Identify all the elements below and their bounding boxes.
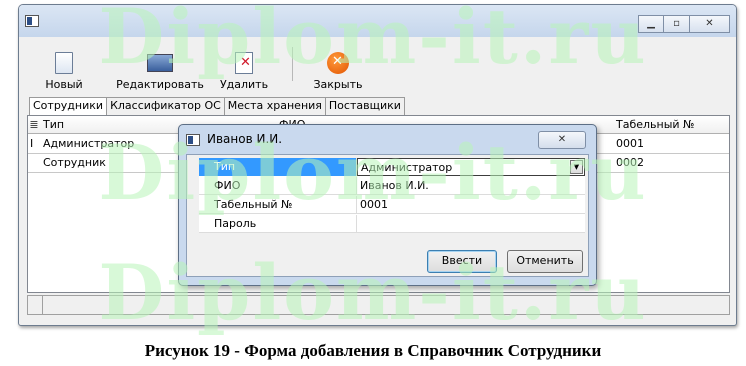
column-header-type[interactable]: Тип <box>40 116 64 134</box>
tab-employees[interactable]: Сотрудники <box>29 97 108 116</box>
tab-suppliers[interactable]: Поставщики <box>324 97 405 115</box>
new-button[interactable]: Новый <box>39 52 89 91</box>
cell-tab-no: 0001 <box>616 137 644 150</box>
close-button-label: Закрыть <box>313 78 363 91</box>
property-row-fio[interactable]: ФИО Иванов И.И. <box>199 177 585 195</box>
ok-button[interactable]: Ввести <box>427 250 497 273</box>
maximize-button[interactable]: ▫ <box>664 15 690 33</box>
delete-button[interactable]: Удалить <box>219 52 269 91</box>
cell-type: Сотрудник <box>43 156 106 169</box>
edit-form-icon <box>147 54 173 72</box>
toolbar-separator <box>292 47 293 81</box>
dialog-close-button[interactable]: ✕ <box>538 131 586 149</box>
cancel-button[interactable]: Отменить <box>507 250 583 273</box>
toolbar: Новый Редактировать Удалить Закрыть <box>19 37 736 97</box>
window-titlebar: ▁ ▫ ✕ <box>19 5 736 37</box>
property-key: Табельный № <box>199 196 357 214</box>
edit-button-label: Редактировать <box>116 78 204 91</box>
tab-asset-classifier[interactable]: Классификатор ОС <box>106 97 225 115</box>
column-header-tab-no[interactable]: Табельный № <box>613 116 695 134</box>
tab-storage-places[interactable]: Места хранения <box>223 97 326 115</box>
property-key: ФИО <box>199 177 357 195</box>
figure-caption: Рисунок 19 - Форма добавления в Справочн… <box>144 341 602 360</box>
cell-type: Администратор <box>43 137 135 150</box>
status-bar <box>27 295 730 315</box>
chevron-down-icon[interactable]: ▼ <box>570 160 583 174</box>
property-grid: Тип Администратор ▼ ФИО Иванов И.И. Табе… <box>199 158 585 233</box>
app-icon <box>25 15 39 27</box>
employee-dialog: Иванов И.И. ✕ Тип Администратор ▼ ФИО Ив… <box>178 124 597 286</box>
tab-strip: Сотрудники Классификатор ОС Места хранен… <box>29 97 405 116</box>
delete-button-label: Удалить <box>219 78 269 91</box>
dialog-icon <box>186 134 200 146</box>
dialog-title: Иванов И.И. <box>207 132 283 146</box>
row-indicator <box>28 154 40 172</box>
property-row-tab-no[interactable]: Табельный № 0001 <box>199 196 585 214</box>
password-field[interactable] <box>357 215 585 233</box>
minimize-button[interactable]: ▁ <box>638 15 664 33</box>
new-document-icon <box>55 52 73 74</box>
dialog-body: Тип Администратор ▼ ФИО Иванов И.И. Табе… <box>186 154 589 277</box>
close-window-button[interactable]: ✕ <box>690 15 730 33</box>
property-row-password[interactable]: Пароль <box>199 215 585 233</box>
type-dropdown[interactable]: Администратор ▼ <box>357 158 585 176</box>
property-key: Тип <box>199 158 357 176</box>
property-row-type[interactable]: Тип Администратор ▼ <box>199 158 585 176</box>
tab-no-field[interactable]: 0001 <box>357 196 585 214</box>
list-icon: ≣ <box>29 118 39 131</box>
fio-field[interactable]: Иванов И.И. <box>357 177 585 195</box>
type-dropdown-value: Администратор <box>361 161 453 174</box>
window-controls: ▁ ▫ ✕ <box>638 15 730 33</box>
delete-icon <box>235 52 253 74</box>
close-button[interactable]: Закрыть <box>313 52 363 91</box>
new-button-label: Новый <box>45 78 83 91</box>
close-icon <box>327 52 349 74</box>
property-key: Пароль <box>199 215 357 233</box>
cell-tab-no: 0002 <box>616 156 644 169</box>
edit-button[interactable]: Редактировать <box>113 52 207 91</box>
row-indicator: I <box>30 137 34 150</box>
